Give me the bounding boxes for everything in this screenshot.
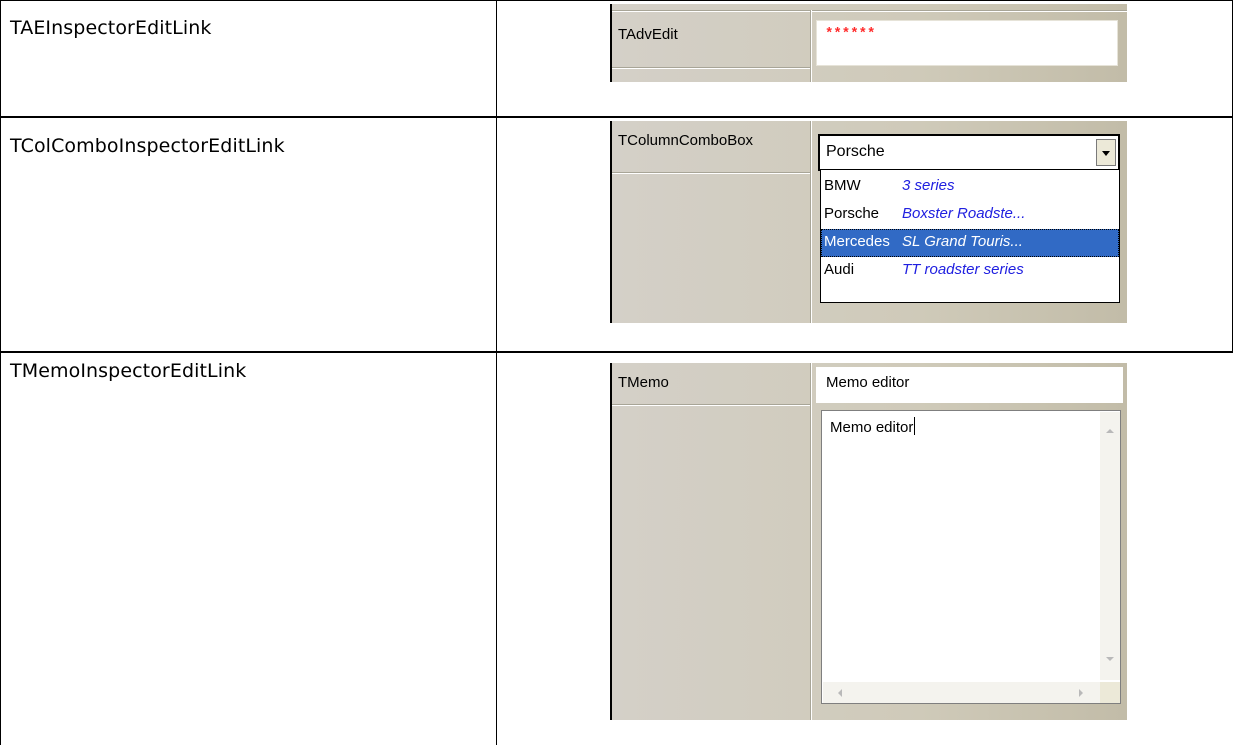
item-model: TT roadster series	[902, 261, 1024, 278]
table-column-divider	[496, 0, 497, 745]
row-label-aeinspector: TAEInspectorEditLink	[10, 17, 212, 39]
table-row-divider	[0, 352, 1233, 353]
vertical-scrollbar[interactable]	[1100, 412, 1120, 680]
table-border-top	[0, 0, 1233, 1]
password-mask: ******	[825, 26, 876, 42]
item-make: Audi	[824, 261, 855, 278]
item-model: Boxster Roadste...	[902, 205, 1026, 222]
combo-dropdown-list: BMW 3 series Porsche Boxster Roadste... …	[820, 169, 1120, 303]
table-border-left	[0, 0, 1, 745]
property-name: TMemo	[618, 374, 669, 391]
scroll-right-icon[interactable]	[1079, 689, 1083, 697]
inspector-panel-memo: TMemo Memo editor Memo editor	[610, 363, 1127, 720]
grid-line	[612, 11, 1127, 12]
item-make: Mercedes	[824, 233, 890, 250]
panel-edge	[610, 4, 612, 82]
item-model: SL Grand Touris...	[902, 233, 1023, 250]
advedit-password-input[interactable]: ******	[816, 20, 1118, 66]
property-name: TColumnComboBox	[618, 132, 754, 149]
memo-value-field[interactable]: Memo editor	[816, 367, 1123, 403]
table-row-divider	[0, 117, 1233, 118]
combo-list-item[interactable]: Audi TT roadster series	[821, 257, 1119, 285]
grid-line	[612, 405, 812, 406]
text-caret	[914, 417, 916, 435]
document-table: TAEInspectorEditLink TAdvEdit ****** TCo…	[0, 0, 1233, 745]
column-combo-box[interactable]: Porsche	[818, 134, 1120, 171]
panel-edge	[610, 363, 612, 720]
item-make: BMW	[824, 177, 861, 194]
grid-line	[612, 173, 812, 174]
combo-list-item[interactable]: Porsche Boxster Roadste...	[821, 201, 1119, 229]
horizontal-scrollbar[interactable]	[823, 682, 1100, 703]
item-make: Porsche	[824, 205, 880, 222]
combo-list-item-selected[interactable]: Mercedes SL Grand Touris...	[821, 229, 1119, 257]
grid-line	[612, 68, 812, 69]
grid-line	[811, 121, 812, 323]
row-label-memoinspector: TMemoInspectorEditLink	[10, 360, 247, 382]
scroll-down-icon[interactable]	[1106, 657, 1114, 661]
grid-line	[811, 363, 812, 720]
combo-list-item[interactable]: BMW 3 series	[821, 173, 1119, 201]
scroll-up-icon[interactable]	[1106, 429, 1114, 433]
memo-editor-text: Memo editor	[830, 417, 916, 436]
chevron-down-icon	[1102, 150, 1110, 156]
memo-editor[interactable]: Memo editor	[821, 410, 1121, 704]
memo-value-text: Memo editor	[826, 374, 910, 391]
inspector-panel-columncombo: TColumnComboBox Porsche BMW 3 series Por…	[610, 121, 1127, 323]
panel-edge	[610, 121, 612, 323]
scroll-left-icon[interactable]	[838, 689, 842, 697]
row-label-colcomboinspector: TColComboInspectorEditLink	[10, 135, 285, 157]
combo-dropdown-button[interactable]	[1096, 139, 1116, 166]
combo-selected-value: Porsche	[826, 143, 885, 160]
grid-line	[811, 10, 812, 82]
size-grip	[1100, 682, 1120, 703]
property-name: TAdvEdit	[618, 26, 678, 43]
inspector-panel-advedit: TAdvEdit ******	[610, 4, 1127, 82]
item-model: 3 series	[902, 177, 955, 194]
